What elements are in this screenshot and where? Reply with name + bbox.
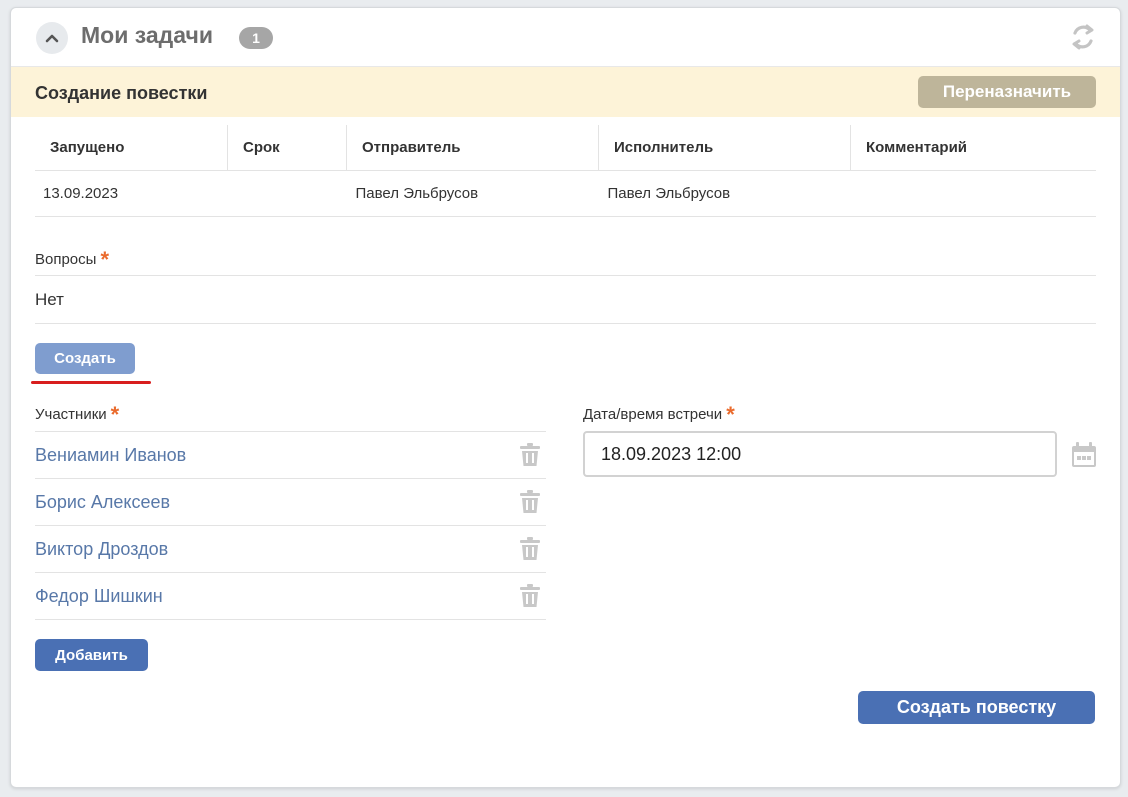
participant-name[interactable]: Борис Алексеев — [35, 492, 170, 513]
participant-name[interactable]: Виктор Дроздов — [35, 539, 168, 560]
collapse-button[interactable] — [36, 22, 68, 54]
cell-deadline — [227, 170, 347, 217]
panel-header: Мои задачи 1 — [11, 8, 1120, 67]
delete-participant-button[interactable] — [518, 536, 542, 562]
column-header-assignee: Исполнитель — [598, 125, 851, 171]
list-item: Вениамин Иванов — [35, 432, 546, 479]
chevron-up-icon — [45, 34, 59, 43]
reassign-button[interactable]: Переназначить — [918, 76, 1096, 108]
highlight-underline — [31, 381, 151, 384]
task-count-badge: 1 — [239, 27, 273, 49]
trash-icon — [520, 537, 540, 560]
calendar-icon — [1072, 442, 1096, 467]
delete-participant-button[interactable] — [518, 442, 542, 468]
cell-comment — [850, 170, 1096, 217]
column-header-sender: Отправитель — [346, 125, 599, 171]
participant-name[interactable]: Вениамин Иванов — [35, 445, 186, 466]
questions-value-text: Нет — [35, 289, 64, 309]
create-agenda-button[interactable]: Создать повестку — [858, 691, 1095, 724]
trash-icon — [520, 490, 540, 513]
meeting-datetime-input[interactable] — [583, 431, 1057, 477]
add-participant-button[interactable]: Добавить — [35, 639, 148, 671]
required-marker: * — [100, 247, 109, 272]
trash-icon — [520, 443, 540, 466]
participants-list: Вениамин Иванов Борис Алексеев Виктор Др… — [35, 431, 546, 620]
delete-participant-button[interactable] — [518, 489, 542, 515]
cell-sender: Павел Эльбрусов — [346, 170, 599, 217]
cell-started: 13.09.2023 — [35, 170, 228, 217]
list-item: Виктор Дроздов — [35, 526, 546, 573]
column-header-started: Запущено — [35, 125, 228, 171]
my-tasks-panel: Мои задачи 1 Создание повестки Переназна… — [10, 7, 1121, 788]
table-header-row: Запущено Срок Отправитель Исполнитель Ко… — [35, 125, 1096, 171]
list-item: Борис Алексеев — [35, 479, 546, 526]
questions-label-text: Вопросы — [35, 251, 97, 268]
calendar-button[interactable] — [1069, 441, 1099, 469]
task-bar: Создание повестки Переназначить — [11, 67, 1120, 117]
delete-participant-button[interactable] — [518, 583, 542, 609]
column-header-deadline: Срок — [227, 125, 347, 171]
task-info-table: Запущено Срок Отправитель Исполнитель Ко… — [35, 125, 1096, 217]
questions-label: Вопросы * — [35, 244, 109, 272]
participant-name[interactable]: Федор Шишкин — [35, 586, 163, 607]
meeting-datetime-label-text: Дата/время встречи — [583, 406, 723, 423]
cell-assignee: Павел Эльбрусов — [598, 170, 851, 217]
participants-label-text: Участники — [35, 406, 107, 423]
refresh-button[interactable] — [1068, 22, 1098, 52]
trash-icon — [520, 584, 540, 607]
refresh-icon — [1072, 24, 1094, 50]
required-marker: * — [726, 402, 735, 427]
list-item: Федор Шишкин — [35, 573, 546, 620]
questions-value: Нет — [35, 275, 1096, 324]
table-row: 13.09.2023 Павел Эльбрусов Павел Эльбрус… — [35, 170, 1096, 217]
create-question-button[interactable]: Создать — [35, 343, 135, 374]
page-title: Мои задачи — [81, 22, 213, 48]
required-marker: * — [110, 402, 120, 427]
task-title: Создание повестки — [35, 83, 208, 103]
column-header-comment: Комментарий — [850, 125, 1096, 171]
participants-label: Участники * — [35, 399, 120, 427]
meeting-datetime-label: Дата/время встречи * — [583, 399, 735, 427]
